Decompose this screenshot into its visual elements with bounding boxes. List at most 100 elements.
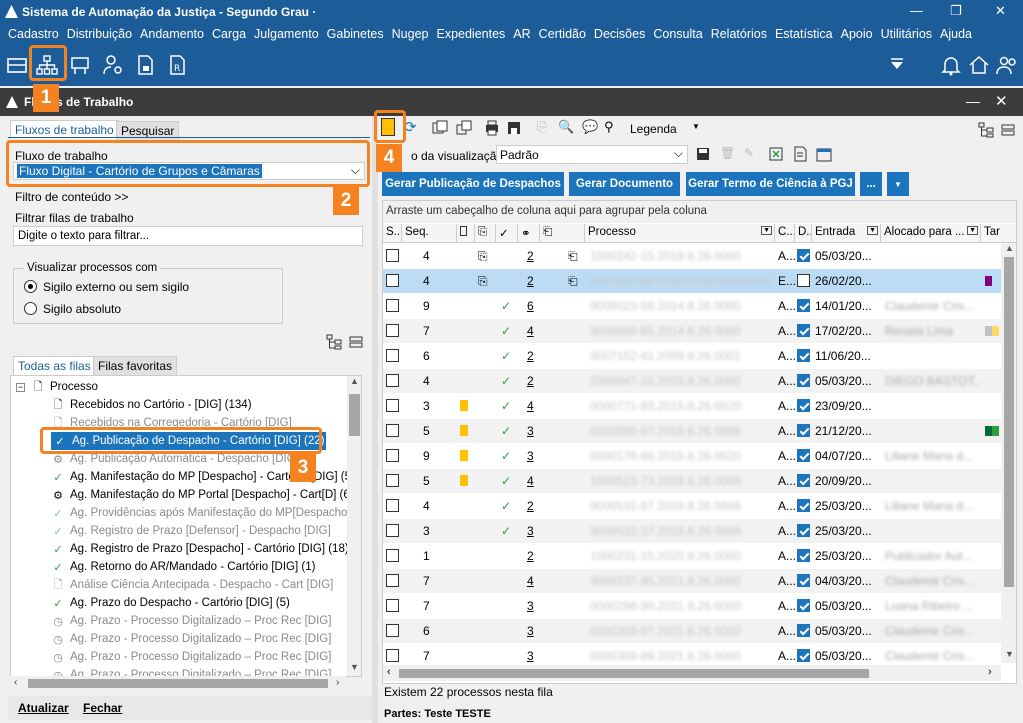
row-d-checkbox[interactable] [797, 499, 810, 512]
menu-item-6[interactable]: Nugep [388, 24, 433, 46]
tree-vscroll-thumb[interactable] [349, 394, 360, 436]
table-row[interactable]: 5 ✓ 3 0000565-67.2016.8.26.0666 A... 21/12/20… [383, 419, 1016, 444]
filter-input[interactable]: Digite o texto para filtrar... [13, 226, 363, 246]
menu-item-2[interactable]: Andamento [136, 24, 208, 46]
filter-dropdown-icon[interactable]: ▼ [967, 226, 978, 235]
grid-vscrollbar[interactable]: ▲ ▼ [1001, 243, 1016, 663]
tree-item[interactable]: ◷ Ag. Prazo - Processo Digitalizado – Pro… [51, 648, 331, 666]
row-d-checkbox[interactable] [797, 649, 810, 662]
row-d-checkbox[interactable] [797, 599, 810, 612]
row-link-count[interactable]: 4 [527, 474, 534, 488]
row-processo[interactable]: 0000309-89.2021.8.26.0000 [590, 649, 770, 663]
grid-hscroll-thumb[interactable] [399, 669, 869, 678]
row-link-count[interactable]: 2 [527, 374, 534, 388]
row-select-checkbox[interactable] [386, 474, 399, 487]
grid-scroll-left-icon[interactable]: ‹ [387, 666, 391, 678]
row-d-checkbox[interactable] [797, 524, 810, 537]
row-d-checkbox[interactable] [797, 399, 810, 412]
row-processo[interactable]: 1000231-15.2020.8.26.0000 [590, 549, 770, 563]
col-c[interactable]: C... [775, 224, 795, 243]
row-link-count[interactable]: 2 [527, 499, 534, 513]
table-row[interactable]: 4 ✓ 2 0000531-67.2018.8.26.0666 A... 25/03/20… [383, 494, 1016, 519]
restore-icon[interactable]: ❐ [950, 3, 962, 19]
row-processo[interactable]: 0000565-67.2016.8.26.0666 [590, 424, 770, 438]
row-d-checkbox[interactable] [797, 449, 810, 462]
col-s[interactable]: S... [383, 224, 402, 243]
grid-scroll-down-icon[interactable]: ▼ [1005, 649, 1014, 659]
menu-item-8[interactable]: AR [509, 24, 534, 46]
row-select-checkbox[interactable] [386, 449, 399, 462]
tree-item[interactable]: ✓ Ag. Retorno do AR/Mandado - Cartório [D… [51, 558, 315, 576]
print-icon[interactable] [484, 120, 500, 136]
drawer-icon[interactable] [6, 54, 28, 76]
search-docs-icon[interactable]: 🔍 [558, 119, 574, 135]
calendar-icon[interactable] [816, 146, 832, 162]
collapse-toggle-icon[interactable]: − [16, 382, 25, 392]
row-d-checkbox[interactable] [797, 474, 810, 487]
row-d-checkbox[interactable] [797, 624, 810, 637]
close-button[interactable]: Fechar [83, 701, 122, 715]
row-select-checkbox[interactable] [386, 274, 399, 287]
radio-sigilo-absoluto[interactable] [24, 302, 37, 315]
table-row[interactable]: 5 ✓ 4 1000523-73.2018.8.26.0000 A... 20/09/20… [383, 469, 1016, 494]
col-entrada[interactable]: Entrada ▼ [812, 224, 881, 243]
tree-item[interactable]: ◷ Ag. Prazo - Processo Digitalizado – Pro… [51, 630, 331, 648]
generate-document-button[interactable]: Gerar Documento [569, 172, 680, 196]
menu-item-0[interactable]: Cadastro [4, 24, 63, 46]
row-select-checkbox[interactable] [386, 299, 399, 312]
tree-item[interactable]: 🗋 Análise Ciência Antecipada - Despacho -… [51, 576, 334, 594]
row-processo[interactable]: 0000771-93.2015.8.26.0020 [590, 399, 770, 413]
grid-hscrollbar[interactable]: ‹ › [383, 665, 1001, 681]
row-link-count[interactable]: 3 [527, 599, 534, 613]
more-button[interactable]: ... [860, 172, 882, 196]
table-row[interactable]: 9 ✓ 3 0000176-66.2015.8.26.0020 A... 04/07/20… [383, 444, 1016, 469]
tab-pesquisar[interactable]: Pesquisar [116, 121, 180, 141]
tree-item[interactable]: ✓ Ag. Registro de Prazo [Defensor] - Desp… [51, 522, 330, 540]
table-row[interactable]: 7 3 0000298-90.2021.8.26.0000 A... 05/03/20.… [383, 594, 1016, 619]
tree-item[interactable]: ✓ Ag. Prazo do Despacho - Cartório [DIG] … [51, 594, 289, 612]
table-row[interactable]: 4 ⎘ 2 ⎗ 1000242-15.2018.8.26.0000 A... 05/03/2… [383, 244, 1016, 269]
row-d-checkbox[interactable] [797, 374, 810, 387]
table-row[interactable]: 6 ✓ 2 0007152-41.2009.8.26.0001 A... 11/06/20… [383, 344, 1016, 369]
row-select-checkbox[interactable] [386, 599, 399, 612]
row-d-checkbox[interactable] [797, 249, 810, 262]
tree-item[interactable]: ◷ Ag. Prazo - Processo Digitalizado – Pro… [51, 612, 331, 630]
table-row[interactable]: 1 2 1000231-15.2020.8.26.0000 A... 25/03/20.… [383, 544, 1016, 569]
row-select-checkbox[interactable] [386, 549, 399, 562]
menu-item-3[interactable]: Carga [208, 24, 250, 46]
grid-scroll-right-icon[interactable]: › [988, 666, 992, 678]
scroll-left-icon[interactable]: ‹ [14, 677, 17, 688]
menu-item-7[interactable]: Expedientes [432, 24, 509, 46]
table-row[interactable]: 4 ✓ 2 2000047-16.2015.8.26.0000 A... 05/03/20… [383, 369, 1016, 394]
menu-item-12[interactable]: Relatórios [707, 24, 771, 46]
export-excel-icon[interactable] [768, 146, 784, 162]
user-settings-icon[interactable] [102, 54, 124, 76]
col-workflow[interactable]: ⎘ [475, 224, 496, 243]
table-row[interactable]: 7 4 0000237-95.2021.8.26.0000 A... 04/03/20.… [383, 569, 1016, 594]
row-link-count[interactable]: 2 [527, 349, 534, 363]
view-select[interactable]: Padrão ⌵ [496, 145, 688, 164]
restore-window-icon[interactable] [456, 120, 472, 136]
row-link-count[interactable]: 4 [527, 324, 534, 338]
home-user-icon[interactable] [968, 54, 990, 76]
grid-scroll-up-icon[interactable]: ▲ [1005, 243, 1014, 253]
menu-item-16[interactable]: Ajuda [936, 24, 976, 46]
menu-item-1[interactable]: Distribuição [63, 24, 136, 46]
menu-item-13[interactable]: Estatística [771, 24, 837, 46]
row-link-count[interactable]: 3 [527, 424, 534, 438]
menu-item-15[interactable]: Utilitários [877, 24, 936, 46]
row-link-count[interactable]: 3 [527, 649, 534, 663]
col-check[interactable]: ✓ [496, 224, 518, 243]
tree-item[interactable]: 🗋 Recebidos no Cartório - [DIG] (134) [51, 396, 252, 414]
row-processo[interactable]: 0000308-07.2021.8.26.0000 [590, 624, 770, 638]
col-copy[interactable]: ⎗ [540, 224, 585, 243]
col-d[interactable]: D... [795, 224, 812, 243]
menu-item-14[interactable]: Apoio [837, 24, 877, 46]
row-processo[interactable]: 0007152-41.2009.8.26.0001 [590, 349, 770, 363]
row-link-count[interactable]: 2 [527, 274, 534, 288]
tab-filas-favoritas[interactable]: Filas favoritas [93, 356, 178, 376]
close-panel-icon[interactable]: ✕ [995, 92, 1008, 110]
minimize-panel-icon[interactable]: — [966, 93, 980, 109]
row-d-checkbox[interactable] [797, 349, 810, 362]
bell-icon[interactable] [940, 54, 962, 76]
